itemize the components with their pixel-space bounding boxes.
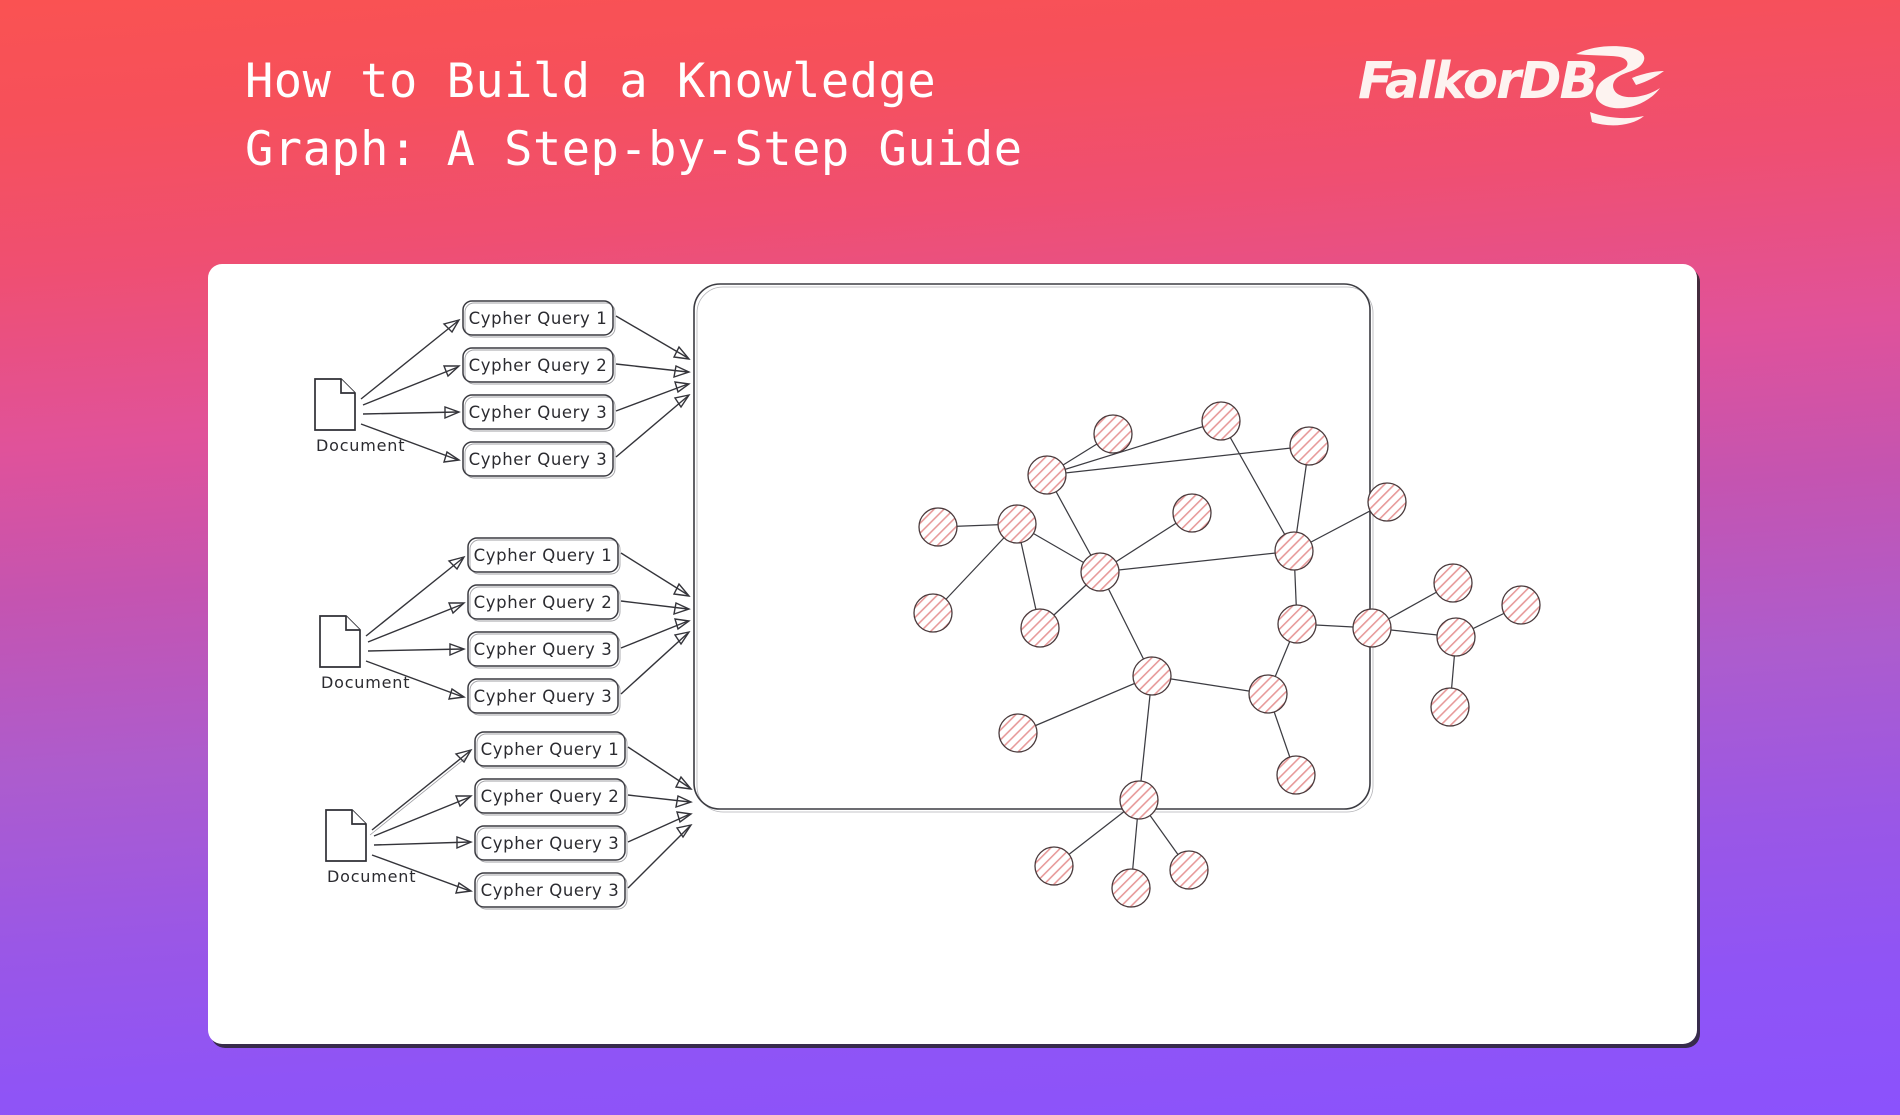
query-box-1-2[interactable]: Cypher Query 2 bbox=[462, 347, 616, 385]
graph-node[interactable] bbox=[1169, 850, 1209, 890]
query-box-2-1[interactable]: Cypher Query 1 bbox=[467, 537, 621, 575]
document-group-2: Document Cypher Query 1 Cypher Query 2 C… bbox=[319, 537, 691, 716]
graph-node[interactable] bbox=[1367, 482, 1407, 522]
graph-node[interactable] bbox=[1027, 455, 1067, 495]
document-group-3: Document Cypher Query 1 Cypher Query 2 C… bbox=[325, 731, 693, 910]
graph-node[interactable] bbox=[1274, 531, 1314, 571]
graph-edge bbox=[1220, 420, 1295, 552]
graph-node[interactable] bbox=[1172, 493, 1212, 533]
graph-edge bbox=[1099, 550, 1295, 573]
graph-edge bbox=[1017, 675, 1153, 734]
graph-edge-layer bbox=[932, 420, 1522, 889]
graph-node[interactable] bbox=[1501, 585, 1541, 625]
query-label-2-4: Cypher Query 3 bbox=[474, 687, 613, 706]
query-label-2-3: Cypher Query 3 bbox=[474, 640, 613, 659]
query-label-1-3: Cypher Query 3 bbox=[469, 403, 608, 422]
graph-node[interactable] bbox=[998, 713, 1038, 753]
graph-node[interactable] bbox=[913, 593, 953, 633]
query-label-2-2: Cypher Query 2 bbox=[474, 593, 613, 612]
query-label-3-3: Cypher Query 3 bbox=[481, 834, 620, 853]
graph-node[interactable] bbox=[1352, 608, 1392, 648]
query-label-1-1: Cypher Query 1 bbox=[469, 309, 608, 328]
falcon-swoosh-icon bbox=[1576, 46, 1664, 126]
graph-node[interactable] bbox=[1201, 401, 1241, 441]
query-box-3-4[interactable]: Cypher Query 3 bbox=[474, 872, 628, 910]
graph-node[interactable] bbox=[1430, 687, 1470, 727]
group-3-converge-arrows bbox=[627, 746, 693, 889]
document-page-icon bbox=[319, 615, 361, 668]
query-box-1-3[interactable]: Cypher Query 3 bbox=[462, 394, 616, 432]
graph-node[interactable] bbox=[1111, 868, 1151, 908]
query-label-2-1: Cypher Query 1 bbox=[474, 546, 613, 565]
knowledge-graph-panel bbox=[693, 283, 1541, 908]
query-label-1-2: Cypher Query 2 bbox=[469, 356, 608, 375]
knowledge-graph-diagram: Document Cypher Query 1 Cypher Query 2 C… bbox=[314, 283, 1541, 910]
graph-node[interactable] bbox=[1248, 674, 1288, 714]
graph-node[interactable] bbox=[1276, 755, 1316, 795]
query-label-3-4: Cypher Query 3 bbox=[481, 881, 620, 900]
diagram-card: Document Cypher Query 1 Cypher Query 2 C… bbox=[208, 264, 1697, 1044]
document-label-2: Document bbox=[321, 673, 410, 692]
graph-node[interactable] bbox=[1289, 426, 1329, 466]
poster-canvas: How to Build a Knowledge Graph: A Step-b… bbox=[0, 0, 1900, 1115]
document-label-1: Document bbox=[316, 436, 405, 455]
query-box-1-4[interactable]: Cypher Query 3 bbox=[462, 441, 616, 479]
group-2-converge-arrows bbox=[620, 552, 691, 695]
graph-node[interactable] bbox=[997, 504, 1037, 544]
graph-node[interactable] bbox=[1433, 563, 1473, 603]
group-1-converge-arrows bbox=[615, 315, 691, 458]
query-label-3-1: Cypher Query 1 bbox=[481, 740, 620, 759]
query-box-3-2[interactable]: Cypher Query 2 bbox=[474, 778, 628, 816]
falkordb-wordmark: FalkorDB bbox=[1358, 52, 1598, 111]
graph-node[interactable] bbox=[918, 507, 958, 547]
falkordb-logo: FalkorDB bbox=[1358, 42, 1664, 126]
document-group-1: Document Cypher Query 1 Cypher Query 2 C… bbox=[314, 300, 691, 479]
document-page-icon bbox=[314, 378, 356, 431]
graph-node-layer bbox=[913, 401, 1541, 908]
page-title: How to Build a Knowledge Graph: A Step-b… bbox=[245, 54, 1023, 178]
graph-node[interactable] bbox=[1093, 414, 1133, 454]
graph-node[interactable] bbox=[1020, 608, 1060, 648]
graph-node[interactable] bbox=[1132, 656, 1172, 696]
query-box-3-1[interactable]: Cypher Query 1 bbox=[474, 731, 628, 769]
query-label-1-4: Cypher Query 3 bbox=[469, 450, 608, 469]
query-box-1-1[interactable]: Cypher Query 1 bbox=[462, 300, 616, 338]
query-box-2-3[interactable]: Cypher Query 3 bbox=[467, 631, 621, 669]
document-label-3: Document bbox=[327, 867, 416, 886]
query-box-3-3[interactable]: Cypher Query 3 bbox=[474, 825, 628, 863]
graph-node[interactable] bbox=[1034, 846, 1074, 886]
graph-node[interactable] bbox=[1119, 780, 1159, 820]
query-label-3-2: Cypher Query 2 bbox=[481, 787, 620, 806]
graph-node[interactable] bbox=[1277, 604, 1317, 644]
document-page-icon bbox=[325, 809, 367, 862]
graph-node[interactable] bbox=[1080, 552, 1120, 592]
query-box-2-2[interactable]: Cypher Query 2 bbox=[467, 584, 621, 622]
query-box-2-4[interactable]: Cypher Query 3 bbox=[467, 678, 621, 716]
graph-edge bbox=[1046, 420, 1222, 476]
graph-node[interactable] bbox=[1436, 617, 1476, 657]
